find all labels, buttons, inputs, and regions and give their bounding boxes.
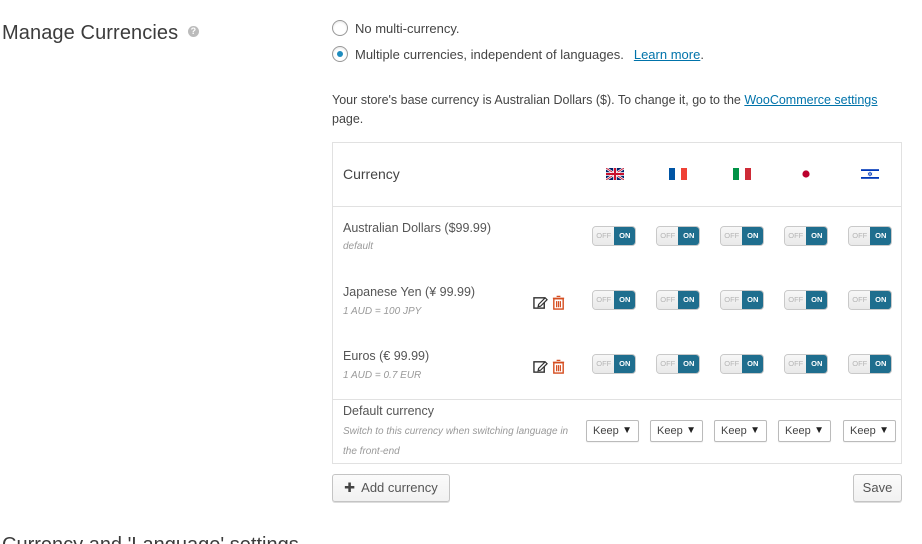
currency-language-toggle[interactable]: OFF ON (720, 354, 764, 374)
currency-language-toggle[interactable]: OFF ON (656, 226, 700, 246)
add-currency-button[interactable]: ✚ Add currency (332, 474, 450, 502)
currency-language-toggle[interactable]: OFF ON (784, 354, 828, 374)
edit-icon[interactable] (533, 295, 548, 310)
option-no-multicurrency-label: No multi-currency. (355, 20, 460, 36)
woocommerce-settings-link[interactable]: WooCommerce settings (744, 93, 877, 107)
currency-language-toggle[interactable]: OFF ON (784, 226, 828, 246)
chevron-down-icon: ▼ (814, 425, 824, 436)
default-currency-select[interactable]: Keep ▼ (650, 420, 703, 442)
default-currency-row: Default currency Switch to this currency… (333, 399, 901, 463)
help-icon[interactable]: ? (187, 26, 199, 38)
flag-uk-icon (606, 168, 624, 180)
chevron-down-icon: ▼ (622, 425, 632, 436)
trash-icon[interactable] (551, 295, 566, 310)
currency-language-toggle[interactable]: OFF ON (848, 354, 892, 374)
default-currency-select[interactable]: Keep ▼ (586, 420, 639, 442)
currency-language-toggle[interactable]: OFF ON (784, 290, 828, 310)
flag-france-icon (669, 168, 687, 180)
edit-icon[interactable] (533, 359, 548, 374)
currency-row-name: Euros (€ 99.99) (343, 349, 430, 363)
default-currency-select[interactable]: Keep ▼ (778, 420, 831, 442)
base-note-text: Your store's base currency is Australian… (332, 93, 741, 107)
default-currency-select[interactable]: Keep ▼ (843, 420, 896, 442)
radio-multiple-currencies[interactable] (332, 46, 348, 62)
currency-column-header: Currency (343, 166, 400, 182)
currency-row-name: Australian Dollars ($99.99) (343, 221, 491, 235)
currency-language-toggle[interactable]: OFF ON (720, 226, 764, 246)
radio-no-multicurrency[interactable] (332, 20, 348, 36)
currency-row-sub: 1 AUD = 0.7 EUR (343, 370, 422, 381)
section-title: Manage Currencies ? (2, 22, 199, 45)
save-button[interactable]: Save (853, 474, 902, 502)
base-note-suffix: page. (332, 112, 364, 126)
currency-language-toggle[interactable]: OFF ON (592, 290, 636, 310)
flag-japan-icon (797, 168, 815, 180)
chevron-down-icon: ▼ (750, 425, 760, 436)
currency-row-sub: 1 AUD = 100 JPY (343, 306, 422, 317)
currency-language-toggle[interactable]: OFF ON (656, 354, 700, 374)
option-no-multicurrency[interactable]: No multi-currency. (332, 20, 460, 36)
default-currency-title: Default currency (343, 404, 435, 418)
flag-israel-icon (861, 168, 879, 180)
currency-row-sub: default (343, 241, 374, 252)
table-header: Currency (333, 143, 901, 207)
currency-row-name: Japanese Yen (¥ 99.99) (343, 285, 476, 299)
base-currency-note: Your store's base currency is Australian… (332, 91, 907, 129)
plus-icon: ✚ (344, 480, 356, 495)
option-multiple-currencies-label: Multiple currencies, independent of lang… (355, 46, 624, 62)
chevron-down-icon: ▼ (686, 425, 696, 436)
trash-icon[interactable] (551, 359, 566, 374)
currency-language-toggle[interactable]: OFF ON (848, 226, 892, 246)
currency-language-toggle[interactable]: OFF ON (720, 290, 764, 310)
currency-language-toggle[interactable]: OFF ON (848, 290, 892, 310)
default-currency-select[interactable]: Keep ▼ (714, 420, 767, 442)
next-section-title: Currency and 'Language' settings (2, 534, 299, 544)
default-currency-help: Switch to this currency when switching l… (343, 426, 569, 457)
currency-language-toggle[interactable]: OFF ON (592, 354, 636, 374)
currency-language-toggle[interactable]: OFF ON (656, 290, 700, 310)
currencies-table: Currency Australian Dollars ($99.99) def… (332, 142, 902, 464)
flag-italy-icon (733, 168, 751, 180)
chevron-down-icon: ▼ (879, 425, 889, 436)
learn-more-link[interactable]: Learn more (634, 47, 700, 62)
section-title-text: Manage Currencies (2, 22, 179, 44)
currency-language-toggle[interactable]: OFF ON (592, 226, 636, 246)
option-multiple-currencies[interactable]: Multiple currencies, independent of lang… (332, 46, 704, 62)
